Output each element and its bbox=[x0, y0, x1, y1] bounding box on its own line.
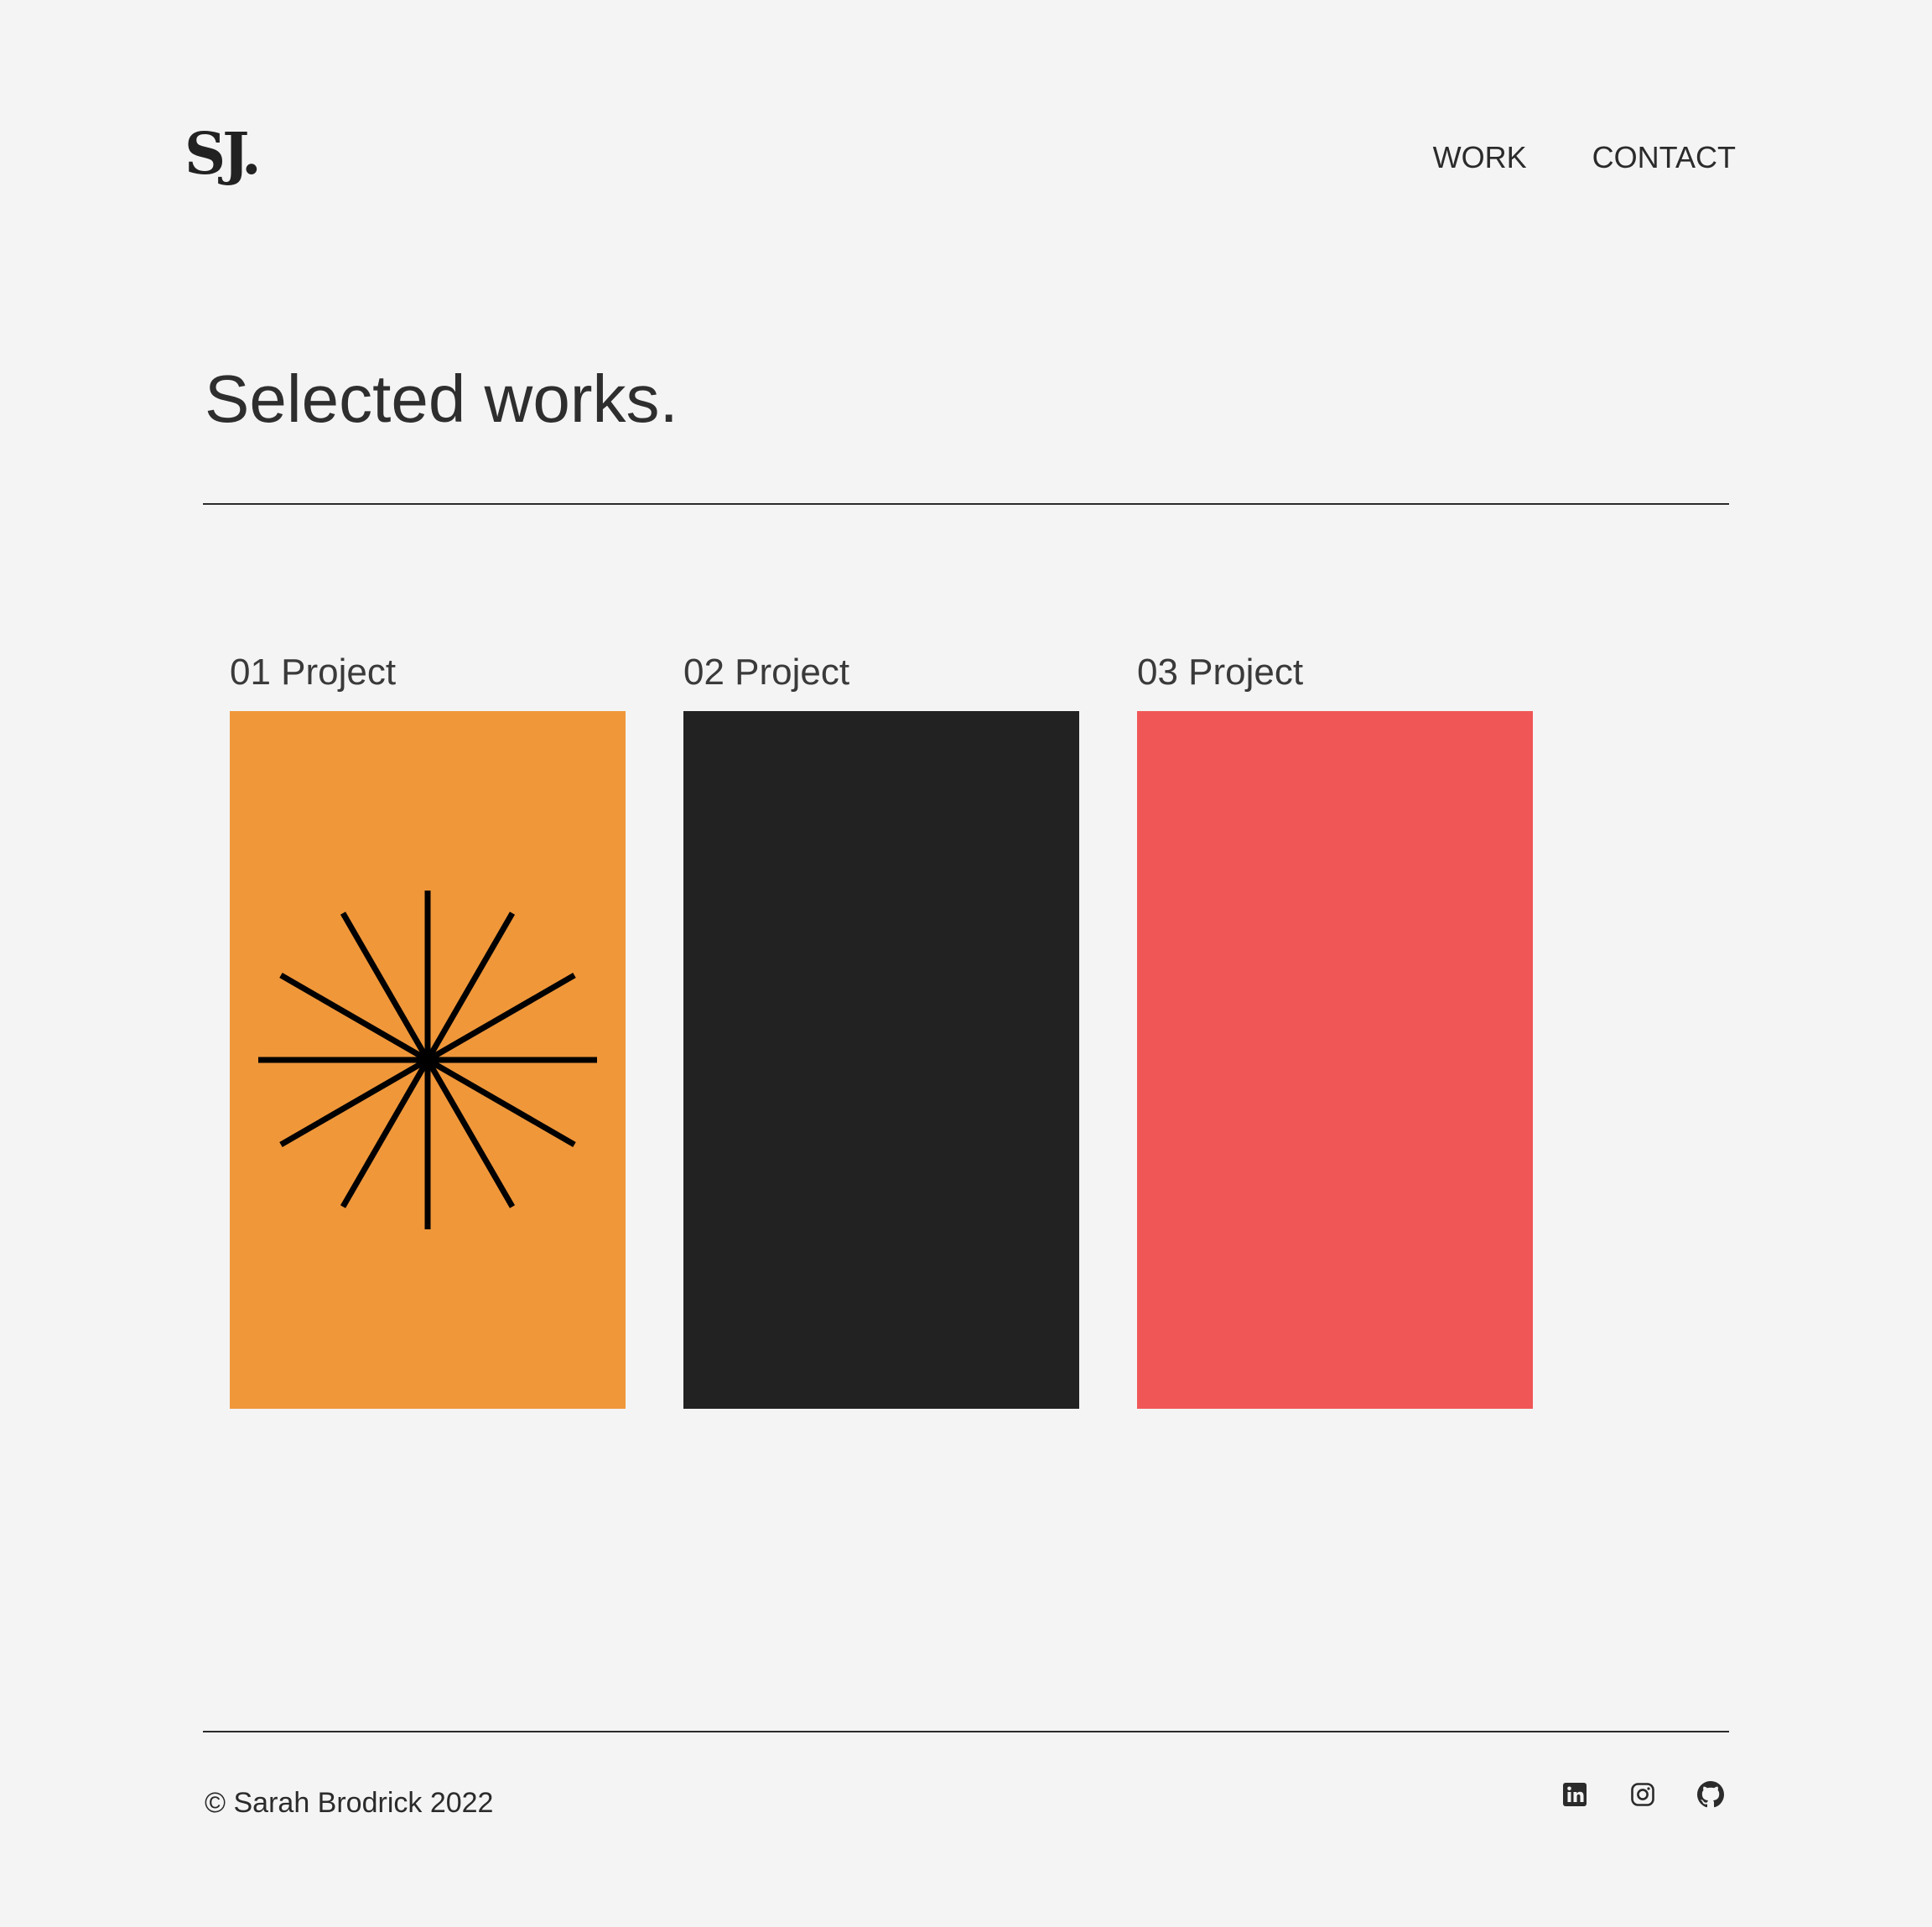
project-label: 01 Project bbox=[230, 652, 397, 693]
page-title: Selected works. bbox=[205, 361, 678, 436]
project-card-3[interactable]: 03 Project bbox=[1137, 646, 1533, 1409]
instagram-icon[interactable] bbox=[1629, 1781, 1656, 1808]
project-card-2[interactable]: 02 Project bbox=[683, 646, 1079, 1409]
nav-work-link[interactable]: WORK bbox=[1433, 143, 1527, 173]
project-thumbnail-3[interactable] bbox=[1137, 711, 1533, 1409]
project-label: 02 Project bbox=[683, 652, 850, 693]
social-links bbox=[1561, 1781, 1724, 1808]
linkedin-icon[interactable] bbox=[1561, 1781, 1588, 1808]
nav-contact-link[interactable]: CONTACT bbox=[1592, 143, 1736, 173]
project-thumbnail-1[interactable] bbox=[230, 711, 626, 1409]
logo[interactable]: SJ. bbox=[184, 126, 262, 183]
project-thumbnail-2[interactable] bbox=[683, 711, 1079, 1409]
main-nav: WORK CONTACT bbox=[1433, 143, 1736, 173]
project-label: 03 Project bbox=[1137, 652, 1304, 693]
project-card-1[interactable]: 01 Project bbox=[230, 646, 626, 1409]
starburst-icon bbox=[258, 891, 597, 1229]
copyright: © Sarah Brodrick 2022 bbox=[205, 1787, 494, 1819]
header-divider bbox=[203, 503, 1729, 505]
github-icon[interactable] bbox=[1697, 1781, 1724, 1808]
footer-divider bbox=[203, 1731, 1729, 1732]
